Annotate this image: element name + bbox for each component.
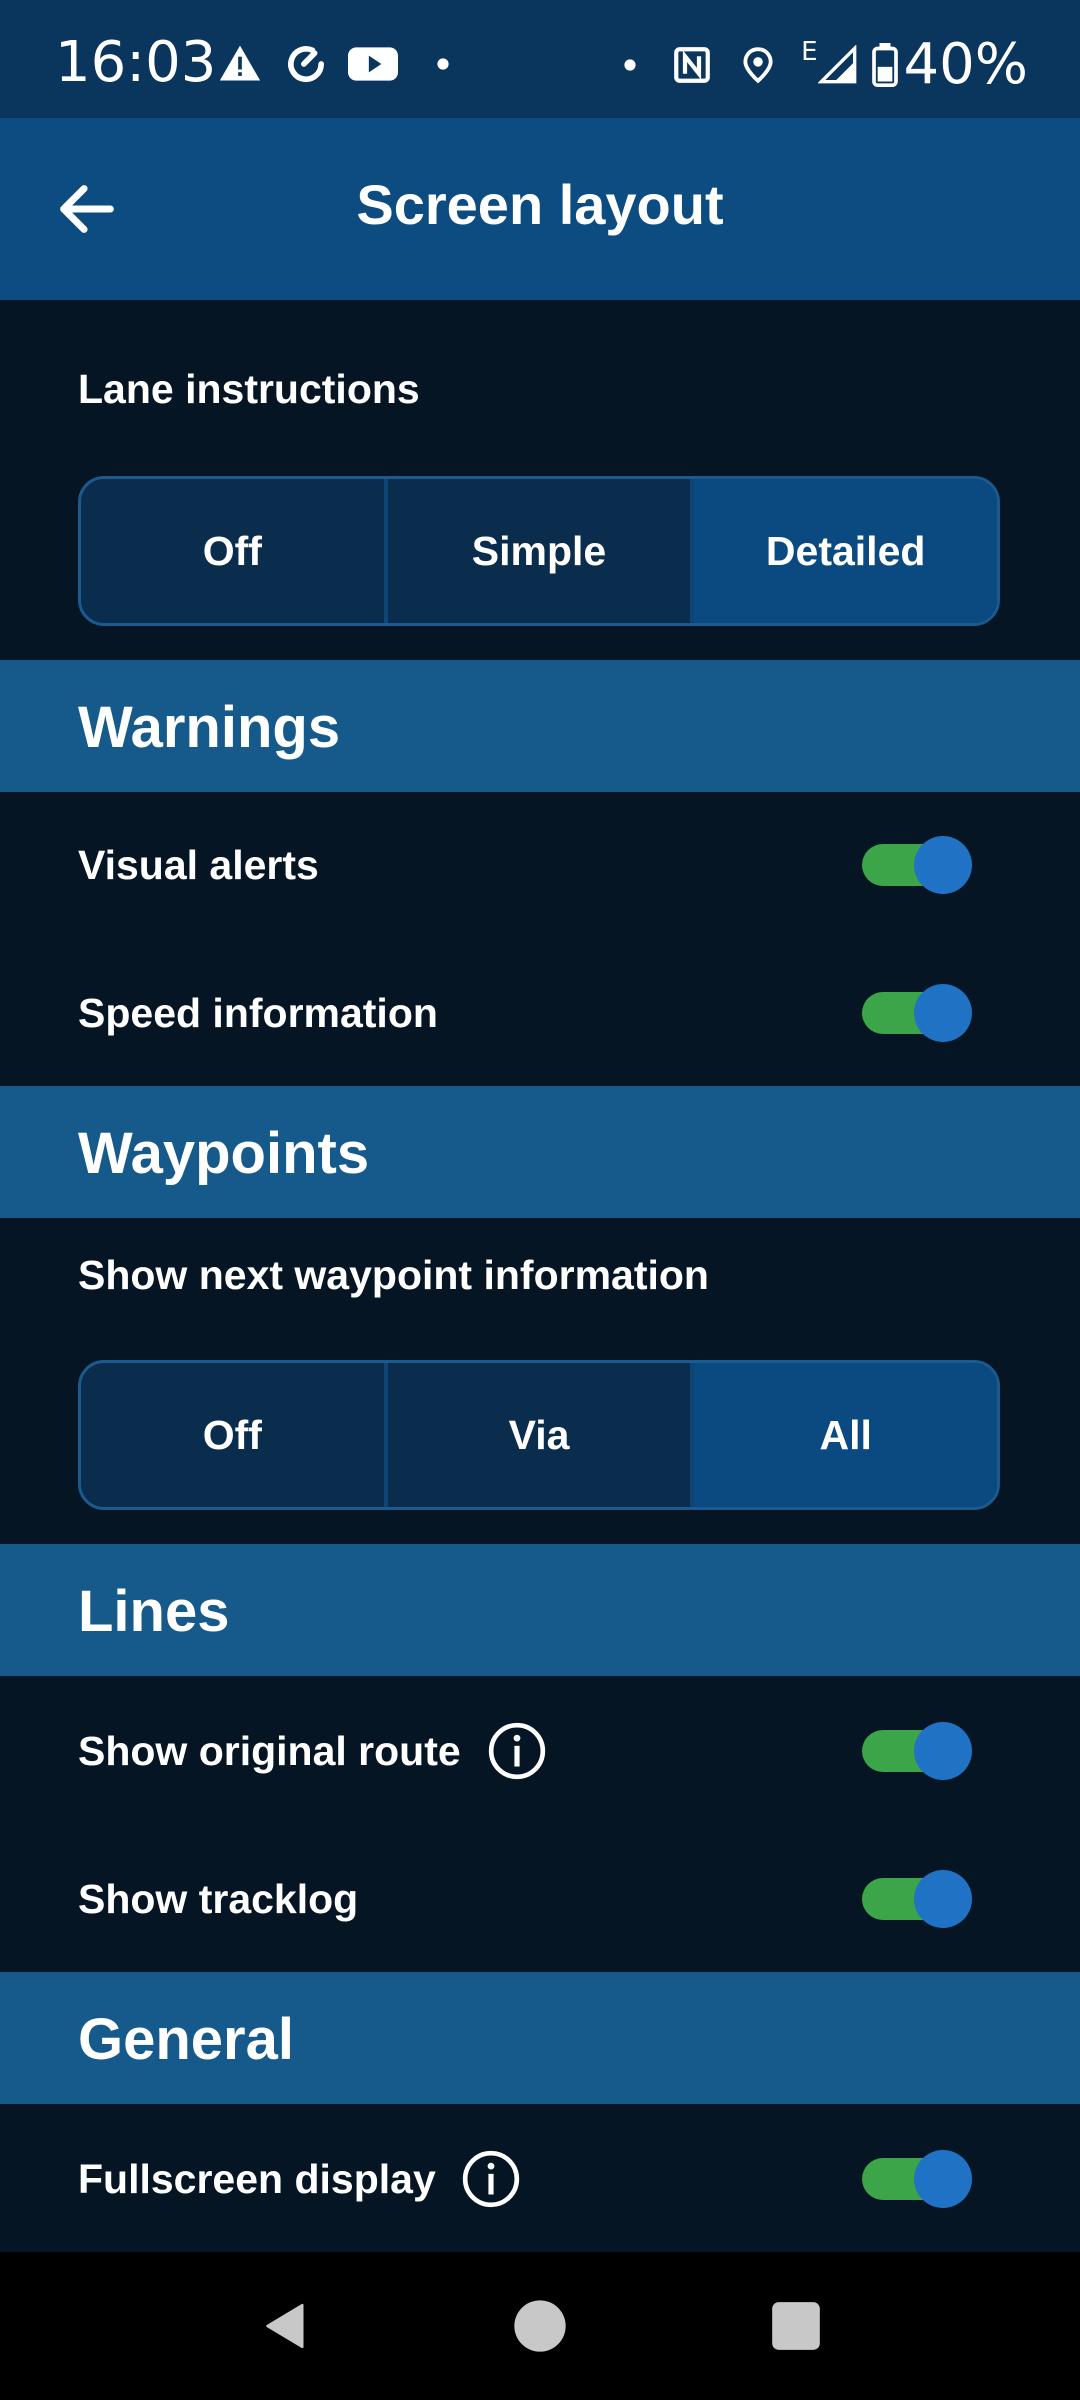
- home-circle-icon[interactable]: [512, 2298, 568, 2354]
- dot-icon: [624, 58, 636, 71]
- sync-icon: [288, 46, 324, 82]
- status-bar: 16:03 E 40%: [0, 0, 1080, 118]
- status-icons-right: E 40%: [623, 32, 1028, 97]
- section-title-waypoints: Waypoints: [78, 1121, 370, 1186]
- lane-option-off[interactable]: Off: [81, 479, 388, 623]
- battery-icon: [871, 42, 898, 87]
- page-title: Screen layout: [356, 173, 724, 236]
- network-type: E: [801, 36, 818, 67]
- warning-icon: [219, 45, 261, 81]
- speed-information-toggle[interactable]: [862, 978, 972, 1048]
- show-tracklog-label: Show tracklog: [78, 1876, 359, 1922]
- toggle-thumb: [914, 2150, 972, 2208]
- show-tracklog-toggle[interactable]: [862, 1864, 972, 1934]
- visual-alerts-label: Visual alerts: [78, 842, 319, 888]
- app-bar: Screen layout: [0, 118, 1080, 300]
- info-icon[interactable]: [460, 2148, 522, 2210]
- show-original-route-label: Show original route: [78, 1728, 461, 1774]
- visual-alerts-toggle[interactable]: [862, 830, 972, 900]
- youtube-icon: [348, 47, 398, 81]
- fullscreen-display-toggle[interactable]: [862, 2144, 972, 2214]
- battery-percentage: 40%: [903, 32, 1028, 97]
- system-nav-bar: [0, 2252, 1080, 2400]
- show-original-route-toggle[interactable]: [862, 1716, 972, 1786]
- back-triangle-icon[interactable]: [258, 2298, 314, 2354]
- lane-instructions-label: Lane instructions: [78, 366, 420, 412]
- section-title-warnings: Warnings: [78, 695, 341, 760]
- recents-square-icon[interactable]: [770, 2300, 822, 2352]
- speed-information-label: Speed information: [78, 990, 438, 1036]
- section-header-general: General: [0, 1972, 1080, 2104]
- info-icon[interactable]: [486, 1720, 548, 1782]
- toggle-thumb: [914, 1870, 972, 1928]
- toggle-thumb: [914, 1722, 972, 1780]
- location-icon: [743, 46, 773, 83]
- toggle-thumb: [914, 836, 972, 894]
- section-title-general: General: [78, 2007, 294, 2072]
- lane-option-simple[interactable]: Simple: [388, 479, 695, 623]
- nfc-icon: [674, 46, 710, 83]
- status-time: 16:03: [55, 30, 217, 95]
- signal-icon: [817, 44, 856, 83]
- section-header-warnings: Warnings: [0, 660, 1080, 792]
- waypoint-option-off[interactable]: Off: [81, 1363, 388, 1507]
- lane-option-detailed[interactable]: Detailed: [694, 479, 997, 623]
- waypoint-segmented-control: Off Via All: [78, 1360, 1000, 1510]
- waypoint-option-via[interactable]: Via: [388, 1363, 695, 1507]
- dot-icon: [437, 58, 449, 70]
- section-header-waypoints: Waypoints: [0, 1086, 1080, 1218]
- fullscreen-display-label: Fullscreen display: [78, 2156, 436, 2202]
- waypoint-option-all[interactable]: All: [694, 1363, 997, 1507]
- lane-instructions-segmented-control: Off Simple Detailed: [78, 476, 1000, 626]
- section-title-lines: Lines: [78, 1579, 230, 1644]
- toggle-thumb: [914, 984, 972, 1042]
- next-waypoint-label: Show next waypoint information: [78, 1252, 709, 1298]
- section-header-lines: Lines: [0, 1544, 1080, 1676]
- status-icons-left: [218, 38, 450, 90]
